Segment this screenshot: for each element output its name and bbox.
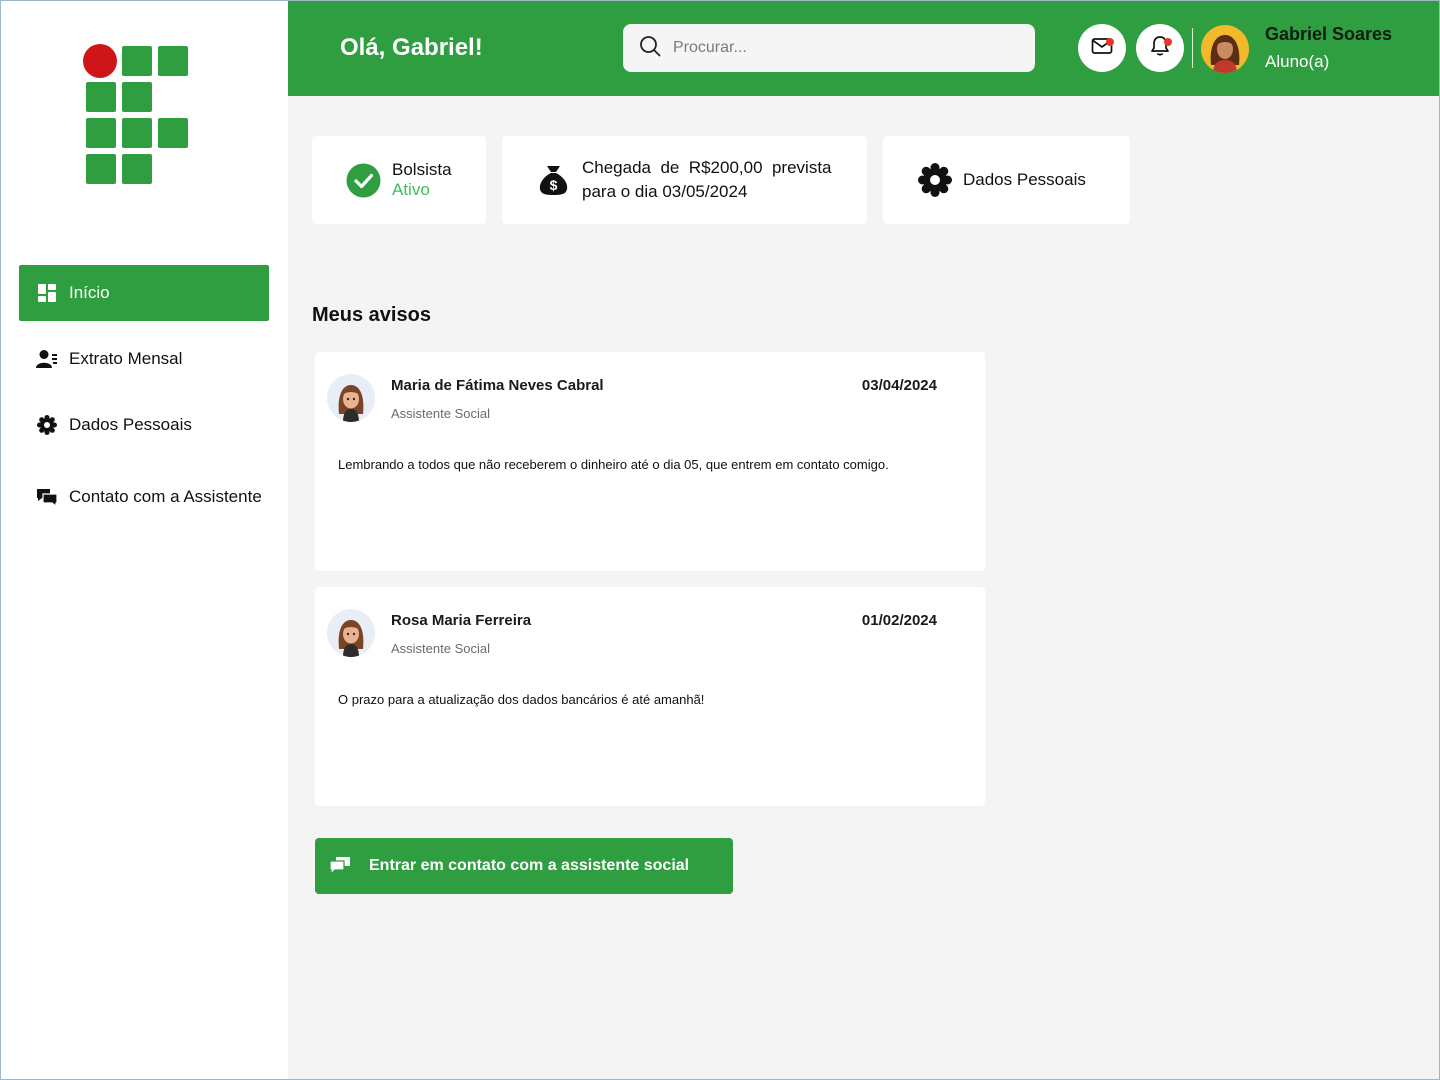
sidebar: Início Extrato Mensal Dados Pessoais Con… — [0, 0, 288, 1080]
notice-message: Lembrando a todos que não receberem o di… — [338, 457, 889, 472]
personal-data-card[interactable]: Dados Pessoais — [883, 136, 1130, 224]
sidebar-item-label: Dados Pessoais — [69, 415, 192, 434]
sidebar-item-inicio[interactable]: Início — [19, 265, 269, 321]
sidebar-item-dados-pessoais[interactable]: Dados Pessoais — [19, 397, 269, 453]
header-divider — [1192, 28, 1193, 68]
notice-card: Maria de Fátima Neves Cabral Assistente … — [315, 352, 985, 571]
notice-author-role: Assistente Social — [391, 406, 490, 421]
institution-logo — [82, 43, 190, 187]
gear-icon — [36, 414, 58, 436]
notification-dot — [1106, 38, 1114, 46]
user-role: Aluno(a) — [1265, 52, 1330, 71]
search-icon — [639, 35, 661, 62]
search-bar[interactable] — [623, 24, 1035, 72]
user-list-icon — [36, 348, 58, 370]
notification-dot — [1164, 38, 1172, 46]
svg-text:$: $ — [550, 177, 558, 193]
notice-date: 03/04/2024 — [861, 377, 937, 394]
notice-author-role: Assistente Social — [391, 641, 490, 656]
check-circle-icon — [346, 163, 381, 198]
sidebar-item-label: Contato com a Assistente — [69, 487, 262, 506]
assistant-avatar — [327, 609, 375, 657]
gear-icon — [918, 163, 952, 197]
user-name: Gabriel Soares — [1265, 24, 1393, 44]
money-bag-icon: $ — [538, 164, 569, 196]
greeting-title: Olá, Gabriel! — [340, 34, 483, 61]
sidebar-item-extrato-mensal[interactable]: Extrato Mensal — [19, 331, 269, 387]
contact-assistant-button[interactable]: Entrar em contato com a assistente socia… — [315, 838, 733, 894]
bolsista-label: Bolsista — [392, 160, 452, 179]
personal-data-label: Dados Pessoais — [963, 170, 1086, 189]
payment-forecast-card: $ Chegada de R$200,00 prevista para o di… — [502, 136, 867, 224]
notifications-button[interactable] — [1136, 24, 1184, 72]
notice-date: 01/02/2024 — [861, 612, 937, 629]
sidebar-item-contato-assistente[interactable]: Contato com a Assistente — [19, 469, 269, 525]
payment-forecast-line1: Chegada de R$200,00 prevista — [582, 158, 832, 177]
notice-author: Rosa Maria Ferreira — [391, 612, 532, 629]
contact-assistant-label: Entrar em contato com a assistente socia… — [369, 857, 690, 874]
sidebar-item-label: Extrato Mensal — [69, 349, 183, 368]
assistant-avatar — [327, 374, 375, 422]
notice-author: Maria de Fátima Neves Cabral — [391, 377, 604, 394]
chat-icon — [329, 856, 351, 876]
payment-forecast-line2: para o dia 03/05/2024 — [582, 182, 748, 201]
notice-message: O prazo para a atualização dos dados ban… — [338, 692, 705, 707]
bolsista-status: Ativo — [392, 180, 430, 199]
notices-title: Meus avisos — [312, 304, 431, 326]
chat-icon — [36, 486, 58, 508]
bolsista-status-card: Bolsista Ativo — [312, 136, 486, 224]
user-avatar[interactable] — [1201, 25, 1249, 73]
sidebar-item-label: Início — [69, 283, 110, 302]
search-input[interactable] — [673, 39, 1013, 57]
messages-button[interactable] — [1078, 24, 1126, 72]
notice-card: Rosa Maria Ferreira Assistente Social 01… — [315, 587, 985, 806]
top-header: Olá, Gabriel! Procurar... Gabriel Soares… — [288, 0, 1440, 96]
dashboard-icon — [36, 282, 58, 304]
